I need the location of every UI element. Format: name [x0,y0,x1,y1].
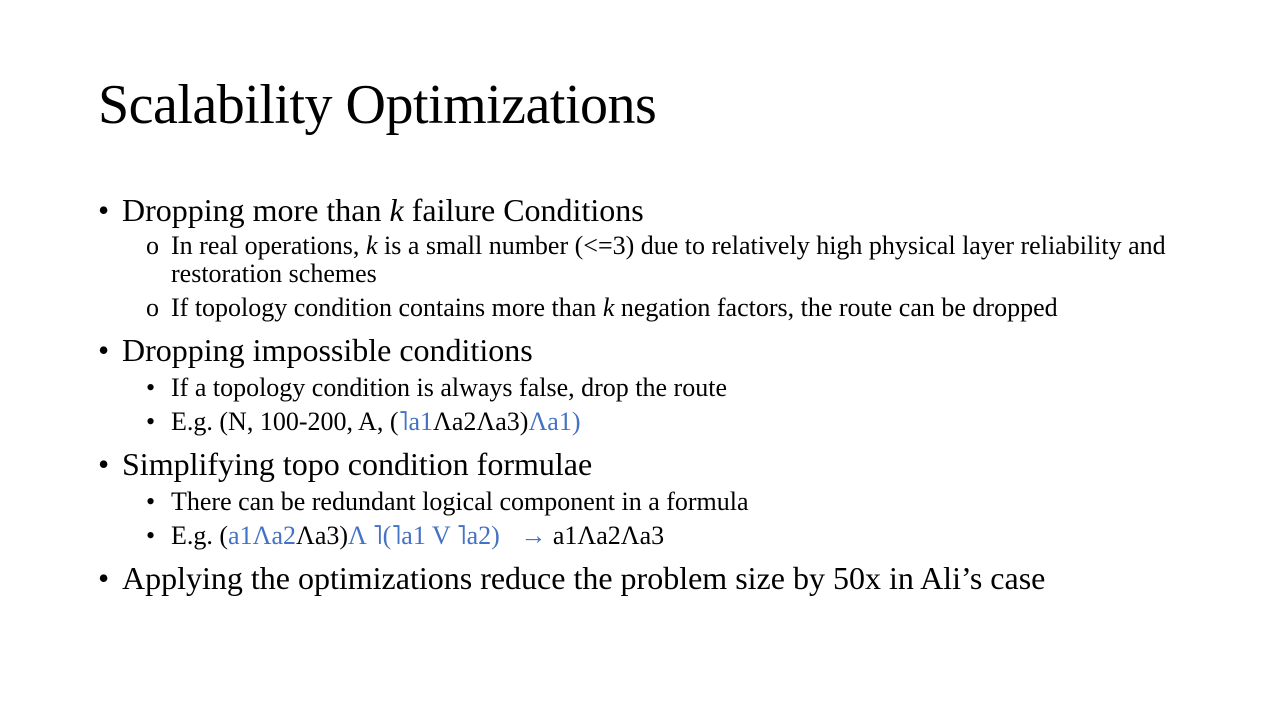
example-mid: Λa3) [295,521,349,550]
slide-content: • Dropping more than k failure Condition… [98,190,1208,598]
bullet-marker: • [98,192,110,228]
bullet-text: Simplifying topo condition formulae [122,446,593,482]
bullet-text: Applying the optimizations reduce the pr… [122,560,1046,596]
bullet-text: Dropping more than [122,192,390,228]
sub-bullet-marker: o [146,293,159,322]
example-prefix: E.g. (N, 100-200, A, ( [171,407,399,436]
example-highlight: Λa1) [528,407,581,436]
sub-k: k [365,231,378,260]
example-prefix: E.g. ( [171,521,229,550]
sub-text-post: negation factors, the route can be dropp… [614,293,1058,322]
bullet-marker: • [98,446,110,482]
slide: Scalability Optimizations • Dropping mor… [0,0,1280,720]
example-highlight: a1Λa2 [228,521,296,550]
bullet-simplifying: • Simplifying topo condition formulae [98,444,1208,484]
sub-text: There can be redundant logical component… [171,487,749,516]
bullet-marker: • [98,560,110,596]
right-arrow-icon: → [520,521,547,550]
bullet-marker: • [98,332,110,368]
sub-bullet-negation-factors: o If topology condition contains more th… [98,294,1208,322]
slide-title: Scalability Optimizations [98,74,657,136]
sub-text: If a topology condition is always false,… [171,373,727,402]
sub-bullet-marker: • [146,521,156,550]
example-highlight: ˥a1 [398,407,433,436]
bullet-dropping-impossible: • Dropping impossible conditions [98,330,1208,370]
sub-bullet-marker: • [146,407,156,436]
sub-bullet-always-false: • If a topology condition is always fals… [98,374,1208,402]
sub-text: In real operations, [171,231,366,260]
sub-bullet-marker: • [146,373,156,402]
sub-k: k [602,293,615,322]
bullet-text: Dropping impossible conditions [122,332,533,368]
sub-bullet-real-operations: o In real operations, k is a small numbe… [98,232,1208,288]
sub-bullet-marker: • [146,487,156,516]
bullet-text-post: failure Conditions [403,192,644,228]
bullet-applying-optimizations: • Applying the optimizations reduce the … [98,558,1208,598]
sub-bullet-marker: o [146,231,159,260]
sub-bullet-example-simplify: • E.g. (a1Λa2Λa3)Λ ˥(˥a1 V ˥a2) → a1Λa2Λ… [98,522,1208,550]
sub-text: If topology condition contains more than [171,293,603,322]
example-highlight: Λ ˥(˥a1 V ˥a2) [348,521,500,550]
bullet-k: k [389,192,404,228]
bullet-dropping-k-failures: • Dropping more than k failure Condition… [98,190,1208,230]
sub-bullet-redundant: • There can be redundant logical compone… [98,488,1208,516]
sub-bullet-example-impossible: • E.g. (N, 100-200, A, (˥a1Λa2Λa3)Λa1) [98,408,1208,436]
example-mid: Λa2Λa3) [432,407,529,436]
example-result: a1Λa2Λa3 [552,521,665,550]
